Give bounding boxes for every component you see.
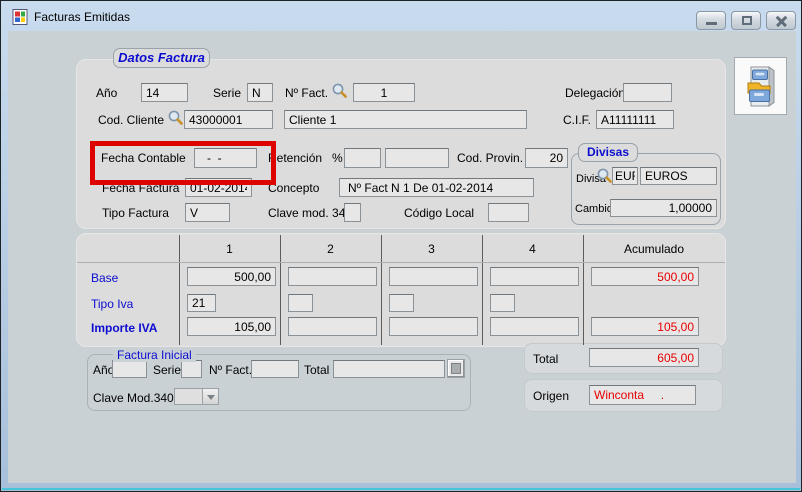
window-border-accent bbox=[2, 488, 800, 490]
column-header-acumulado: Acumulado bbox=[583, 242, 725, 256]
base-col1-field[interactable] bbox=[187, 267, 276, 286]
factura-inicial-group-title: Factura Inicial bbox=[113, 348, 196, 362]
fecha-contable-label: Fecha Contable bbox=[101, 151, 186, 165]
base-col2-field[interactable] bbox=[288, 267, 377, 286]
fecha-factura-label: Fecha Factura bbox=[102, 181, 179, 195]
tipo-iva-col4-field[interactable] bbox=[490, 294, 515, 312]
ano-label: Año bbox=[96, 86, 117, 100]
tipo-iva-row-label: Tipo Iva bbox=[91, 297, 133, 311]
divisa-name-field[interactable] bbox=[640, 167, 717, 185]
serie-field[interactable] bbox=[247, 83, 273, 102]
total-field[interactable] bbox=[589, 348, 699, 367]
tipo-factura-label: Tipo Factura bbox=[102, 206, 169, 220]
cif-label: C.I.F. bbox=[563, 113, 591, 127]
column-header-3: 3 bbox=[381, 242, 482, 256]
importe-iva-row-label: Importe IVA bbox=[91, 321, 157, 335]
clave340-label: Clave Mod.340 bbox=[93, 391, 174, 405]
datos-factura-group-title: Datos Factura bbox=[113, 48, 210, 68]
concepto-field[interactable] bbox=[339, 178, 534, 197]
cif-field[interactable] bbox=[596, 110, 674, 129]
cod-cliente-field[interactable] bbox=[184, 110, 273, 129]
cliente-nombre-field[interactable] bbox=[284, 110, 527, 129]
fecha-contable-field[interactable] bbox=[194, 148, 257, 168]
cambio-field[interactable] bbox=[610, 199, 717, 217]
clave347-label: Clave mod. 347 bbox=[268, 206, 352, 220]
tipo-iva-col3-field[interactable] bbox=[389, 294, 414, 312]
tipo-factura-field[interactable] bbox=[185, 203, 230, 222]
fi-total-field[interactable] bbox=[333, 360, 445, 378]
gray-square-icon bbox=[451, 363, 461, 374]
base-row-label: Base bbox=[91, 271, 118, 285]
title-bar[interactable]: Facturas Emitidas bbox=[2, 2, 800, 31]
archive-button[interactable] bbox=[734, 57, 787, 115]
minimize-button[interactable] bbox=[696, 11, 726, 30]
app-icon bbox=[11, 8, 29, 26]
fi-total-label: Total bbox=[304, 363, 329, 377]
importe-iva-acumulado-field[interactable] bbox=[591, 317, 699, 336]
clave340-dropdown-button[interactable] bbox=[202, 388, 219, 405]
clave340-field[interactable] bbox=[174, 388, 203, 405]
close-button[interactable] bbox=[766, 11, 796, 30]
base-col3-field[interactable] bbox=[389, 267, 478, 286]
cod-provin-label: Cod. Provin. bbox=[457, 151, 523, 165]
fi-total-detail-button[interactable] bbox=[447, 359, 465, 378]
importe-iva-col2-field[interactable] bbox=[288, 317, 377, 336]
retencion-pct-field[interactable] bbox=[344, 148, 381, 168]
search-icon[interactable] bbox=[167, 109, 184, 126]
importe-iva-col3-field[interactable] bbox=[389, 317, 478, 336]
origen-label: Origen bbox=[533, 389, 569, 403]
ano-field[interactable] bbox=[141, 83, 188, 102]
codigo-local-field[interactable] bbox=[488, 203, 529, 222]
fi-serie-field[interactable] bbox=[181, 360, 202, 378]
fi-nfact-label: Nº Fact. bbox=[209, 363, 252, 377]
retencion-label: Retención bbox=[268, 151, 322, 165]
restore-icon bbox=[742, 16, 752, 25]
column-header-4: 4 bbox=[482, 242, 583, 256]
minimize-icon bbox=[706, 22, 717, 25]
concepto-label: Concepto bbox=[268, 181, 319, 195]
fi-serie-label: Serie bbox=[153, 363, 181, 377]
base-acumulado-field[interactable] bbox=[591, 267, 699, 286]
delegacion-field[interactable] bbox=[623, 83, 672, 102]
retencion-importe-field[interactable] bbox=[385, 148, 449, 168]
search-icon[interactable] bbox=[596, 167, 613, 184]
fecha-factura-field[interactable] bbox=[185, 178, 252, 197]
importe-iva-col1-field[interactable] bbox=[187, 317, 276, 336]
file-cabinet-icon bbox=[741, 63, 781, 109]
delegacion-label: Delegación bbox=[565, 86, 625, 100]
divisa-code-field[interactable] bbox=[612, 167, 638, 185]
divisas-group-title: Divisas bbox=[578, 143, 638, 162]
restore-button[interactable] bbox=[731, 11, 761, 30]
fi-ano-field[interactable] bbox=[112, 360, 147, 378]
nfact-field[interactable] bbox=[353, 83, 415, 102]
cambio-label: Cambio bbox=[575, 203, 613, 215]
base-col4-field[interactable] bbox=[490, 267, 579, 286]
cod-cliente-label: Cod. Cliente bbox=[98, 113, 164, 127]
codigo-local-label: Código Local bbox=[404, 206, 474, 220]
nfact-label: Nº Fact. bbox=[285, 86, 328, 100]
importe-iva-col4-field[interactable] bbox=[490, 317, 579, 336]
facturas-emitidas-window: Facturas Emitidas Datos Factura Año Seri… bbox=[0, 0, 802, 492]
cod-provin-field[interactable] bbox=[525, 148, 568, 168]
column-header-2: 2 bbox=[280, 242, 381, 256]
search-icon[interactable] bbox=[331, 82, 348, 99]
total-label: Total bbox=[533, 352, 558, 366]
retencion-pct-label: % bbox=[332, 151, 343, 165]
chevron-down-icon bbox=[207, 395, 215, 400]
tipo-iva-col2-field[interactable] bbox=[288, 294, 313, 312]
fi-nfact-field[interactable] bbox=[251, 360, 299, 378]
clave347-field[interactable] bbox=[344, 203, 361, 222]
tipo-iva-col1-field[interactable] bbox=[187, 294, 216, 312]
window-title: Facturas Emitidas bbox=[34, 10, 130, 24]
origen-field[interactable] bbox=[589, 385, 696, 405]
serie-label: Serie bbox=[213, 86, 241, 100]
column-header-1: 1 bbox=[179, 242, 280, 256]
